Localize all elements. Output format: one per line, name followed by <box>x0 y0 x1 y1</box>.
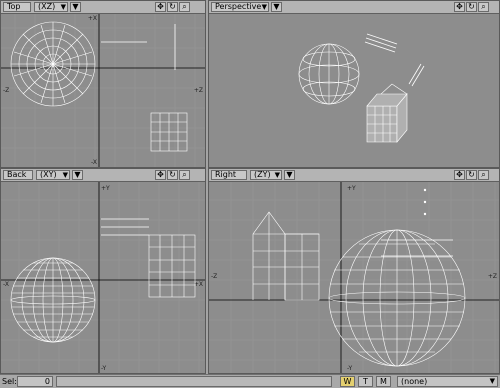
rotate-icon[interactable]: ↻ <box>466 170 477 180</box>
viewport-perspective[interactable]: Perspective ▼ ▼ ✥ ↻ ⌕ <box>208 0 500 168</box>
mode-button-m[interactable]: M <box>376 376 391 387</box>
viewport-header: Perspective ▼ ▼ ✥ ↻ ⌕ <box>209 1 499 14</box>
axis-dropdown[interactable]: (ZY) ▼ <box>250 170 282 180</box>
dropdown-arrow-icon[interactable]: ▼ <box>284 170 295 180</box>
axis-label: (ZY) <box>254 170 271 179</box>
axis-mark-minus-z: -Z <box>3 87 9 94</box>
lines-top <box>101 24 176 70</box>
dropdown-arrow-icon: ▼ <box>62 171 68 179</box>
viewport-header: Back (XY) ▼ ▼ ✥ ↻ ⌕ <box>1 169 205 182</box>
dropdown-arrow-icon: ▼ <box>261 3 267 11</box>
magnifier-icon[interactable]: ⌕ <box>478 2 489 12</box>
viewport-right[interactable]: Right (ZY) ▼ ▼ ✥ ↻ ⌕ +Y -Z +Z -Y <box>208 168 500 374</box>
view-type-dropdown[interactable]: Right <box>211 170 247 180</box>
layer-value: (none) <box>401 377 428 386</box>
axis-label: (XZ) <box>38 2 56 11</box>
view-type-dropdown[interactable]: Perspective ▼ <box>211 2 269 12</box>
progress-bar <box>56 376 332 387</box>
axis-label: (XY) <box>40 170 57 179</box>
wireframe-scene: +Y -X +X -Y <box>1 182 205 373</box>
axis-dropdown[interactable]: (XY) ▼ <box>36 170 70 180</box>
viewport-canvas[interactable] <box>209 14 499 167</box>
axis-dropdown[interactable]: (XZ) ▼ <box>34 2 68 12</box>
axis-mark-plus-x: +X <box>88 15 97 22</box>
axis-mark-plus-z: +Z <box>488 273 497 280</box>
magnifier-icon[interactable]: ⌕ <box>179 170 190 180</box>
axis-mark-plus-y: +Y <box>347 185 356 192</box>
selection-count: 0 <box>17 376 53 387</box>
wireframe-scene <box>298 33 425 143</box>
dropdown-arrow-icon[interactable]: ▼ <box>70 2 81 12</box>
cube-perspective <box>366 83 408 143</box>
modeler-window: Top (XZ) ▼ ▼ ✥ ↻ ⌕ +X -Z +Z -X Perspecti… <box>0 0 500 388</box>
sphere-right <box>328 229 466 367</box>
axis-mark-minus-z: -Z <box>211 273 217 280</box>
sphere-perspective <box>298 43 360 105</box>
axis-mark-minus-y: -Y <box>347 365 352 372</box>
mode-button-t[interactable]: T <box>358 376 373 387</box>
viewport-header: Right (ZY) ▼ ▼ ✥ ↻ ⌕ <box>209 169 499 182</box>
viewport-top[interactable]: Top (XZ) ▼ ▼ ✥ ↻ ⌕ +X -Z +Z -X <box>0 0 206 168</box>
grid-object-back <box>148 234 196 298</box>
dropdown-arrow-icon: ▼ <box>60 3 66 11</box>
wireframe-scene: +X -Z +Z -X <box>1 14 205 167</box>
points-right <box>423 188 427 216</box>
view-type-label: Top <box>7 2 21 11</box>
status-bar: Sel: 0 W T M (none) ▼ <box>0 374 500 388</box>
magnifier-icon[interactable]: ⌕ <box>179 2 190 12</box>
move-arrows-icon[interactable]: ✥ <box>454 170 465 180</box>
view-type-dropdown[interactable]: Back <box>3 170 33 180</box>
wireframe-scene: +Y -Z +Z -Y <box>209 182 499 373</box>
view-type-label: Back <box>7 170 27 179</box>
viewport-back[interactable]: Back (XY) ▼ ▼ ✥ ↻ ⌕ +Y -X +X -Y <box>0 168 206 374</box>
view-type-label: Perspective <box>215 2 262 11</box>
rotate-icon[interactable]: ↻ <box>167 2 178 12</box>
axis-mark-plus-z: +Z <box>194 87 203 94</box>
selection-label: Sel: <box>2 377 17 386</box>
view-type-label: Right <box>215 170 237 179</box>
grid-object-top <box>150 112 188 152</box>
sphere-top <box>10 21 96 107</box>
viewport-canvas[interactable]: +X -Z +Z -X <box>1 14 205 167</box>
axis-mark-minus-x: -X <box>3 281 9 288</box>
move-arrows-icon[interactable]: ✥ <box>454 2 465 12</box>
move-arrows-icon[interactable]: ✥ <box>155 170 166 180</box>
mode-button-w[interactable]: W <box>340 376 355 387</box>
view-type-dropdown[interactable]: Top <box>3 2 31 12</box>
dropdown-arrow-icon: ▼ <box>489 377 495 385</box>
axis-mark-minus-x: -X <box>91 159 97 166</box>
lines-back <box>101 218 149 236</box>
rotate-icon[interactable]: ↻ <box>167 170 178 180</box>
viewport-canvas[interactable]: +Y -X +X -Y <box>1 182 205 373</box>
dropdown-arrow-icon[interactable]: ▼ <box>72 170 83 180</box>
axis-mark-plus-y: +Y <box>101 185 110 192</box>
magnifier-icon[interactable]: ⌕ <box>478 170 489 180</box>
viewport-canvas[interactable]: +Y -Z +Z -Y <box>209 182 499 373</box>
rotate-icon[interactable]: ↻ <box>466 2 477 12</box>
move-arrows-icon[interactable]: ✥ <box>155 2 166 12</box>
viewport-header: Top (XZ) ▼ ▼ ✥ ↻ ⌕ <box>1 1 205 14</box>
dropdown-arrow-icon: ▼ <box>274 171 280 179</box>
house-right <box>252 211 320 301</box>
lines-perspective <box>364 33 425 87</box>
axis-mark-minus-y: -Y <box>101 365 106 372</box>
dropdown-arrow-icon[interactable]: ▼ <box>271 2 282 12</box>
layer-dropdown[interactable]: (none) ▼ <box>397 376 498 387</box>
